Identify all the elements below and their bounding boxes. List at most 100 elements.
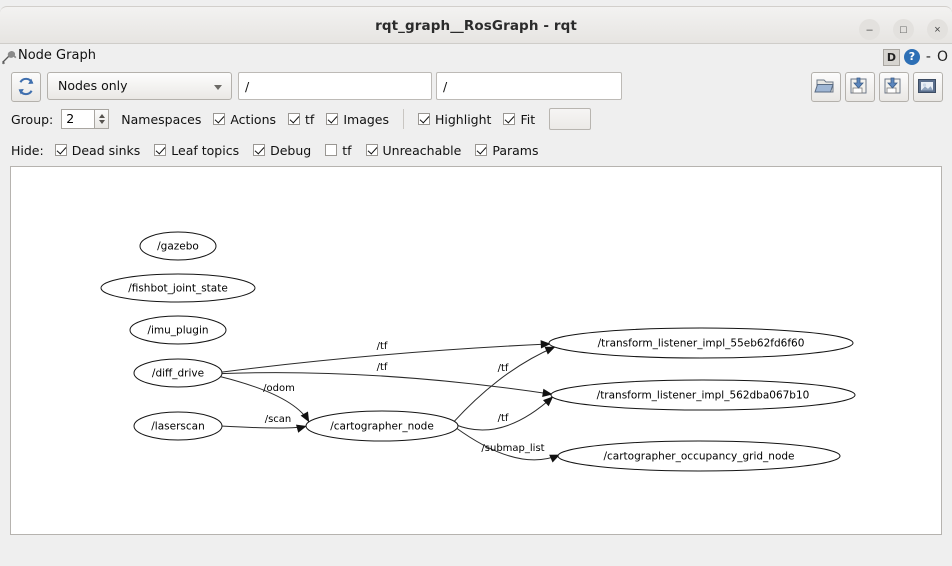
graph-node-label: /cartographer_occupancy_grid_node [604,451,795,463]
hide-unreachable-checkbox[interactable]: Unreachable [365,142,462,158]
highlight-checkbox-box [418,113,430,125]
graph-edge-label: /submap_list [481,443,544,454]
hide-debug-box [253,144,266,156]
graph-node[interactable]: /gazebo [139,231,217,261]
graph-edge-label: /odom [263,383,295,394]
window-maximize-button[interactable]: □ [893,19,914,40]
group-spinbox[interactable]: 2 [61,109,96,129]
graph-edge-label: /tf [498,363,509,374]
dock-header-controls: D ? - O [882,47,948,67]
dock-detach-button[interactable]: D [882,48,900,66]
window-titlebar: rqt_graph__RosGraph - rqt – □ × [0,6,952,44]
graph-edge-label: /tf [498,413,509,424]
graph-edge[interactable] [220,425,307,429]
ros-graph-canvas[interactable]: /gazebo/fishbot_joint_state/imu_plugin/d… [10,166,942,535]
graph-edge-label: /scan [265,414,292,425]
zoom-level-box[interactable] [549,108,592,130]
images-checkbox-box [326,113,339,125]
tf-checkbox-box [288,113,301,125]
group-spinbox-arrows[interactable] [95,109,110,129]
namespaces-label: Namespaces [121,111,202,127]
graph-edge-label: /tf [377,362,388,373]
actions-label: Actions [230,111,277,127]
graph-filter-value: Nodes only [58,78,128,93]
dock-minimize-button[interactable]: - [924,49,933,65]
graph-node[interactable]: /diff_drive [133,358,223,388]
images-checkbox[interactable]: Images [326,112,389,127]
ros-graph-svg: /gazebo/fishbot_joint_state/imu_plugin/d… [100,231,856,472]
window-close-button[interactable]: × [927,19,948,40]
graph-node-label: /transform_listener_impl_55eb62fd6f60 [598,338,805,350]
graph-node-label: /fishbot_joint_state [128,283,228,295]
graph-node-label: /cartographer_node [330,421,434,433]
hide-leaf-topics-box [154,144,167,156]
tf-checkbox[interactable]: tf [288,112,314,127]
graph-toolbar: Nodes only [0,72,952,102]
graph-node[interactable]: /cartographer_occupancy_grid_node [557,440,841,472]
hide-params-label: Params [492,142,539,158]
highlight-label: Highlight [435,111,492,127]
graph-hide-row: Hide: Dead sinks Leaf topics Debug tf Un… [0,138,952,162]
hide-dead-sinks-checkbox[interactable]: Dead sinks [54,142,141,158]
tf-label: tf [305,111,315,127]
rqt-main-window: rqt_graph__RosGraph - rqt – □ × Node Gra… [0,0,952,566]
hide-debug-label: Debug [270,142,312,158]
graph-edge[interactable] [452,346,556,423]
fit-checkbox[interactable]: Fit [503,112,535,127]
graph-node[interactable]: /cartographer_node [305,410,459,442]
graph-filter-combobox[interactable]: Nodes only [47,72,232,100]
hide-tf-label: tf [342,142,352,158]
graph-node[interactable]: /fishbot_joint_state [100,273,256,303]
save-svg-button[interactable] [879,72,909,102]
graph-edge-arrow [543,396,554,407]
hide-dead-sinks-box [54,144,67,156]
save-image-button[interactable] [913,72,943,102]
save-dot-button[interactable] [845,72,875,102]
hide-leaf-topics-checkbox[interactable]: Leaf topics [154,143,239,158]
load-dot-button[interactable] [811,72,841,102]
topic-filter-input[interactable] [238,72,432,100]
dock-title: Node Graph [18,48,96,63]
hide-dead-sinks-label: Dead sinks [71,142,141,158]
graph-node-label: /laserscan [151,421,204,433]
fit-label: Fit [520,111,536,127]
hide-tf-checkbox[interactable]: tf [325,142,352,158]
actions-checkbox-box [213,113,226,125]
hide-unreachable-label: Unreachable [382,142,462,158]
hide-params-box [475,144,488,156]
graph-node-label: /diff_drive [152,368,204,380]
graph-node[interactable]: /transform_listener_impl_55eb62fd6f60 [548,327,854,359]
group-label: Group: [11,111,54,127]
chevron-down-icon [214,85,222,90]
window-minimize-button[interactable]: – [859,19,880,40]
node-filter-input[interactable] [436,72,622,100]
hide-debug-checkbox[interactable]: Debug [253,143,311,158]
graph-options-row: Group: 2 Namespaces Actions tf Images Hi… [0,106,952,132]
graph-edge-arrow [296,424,307,433]
dock-close-button[interactable]: O [937,49,948,65]
titlebar-divider [0,43,952,44]
hide-leaf-topics-label: Leaf topics [171,142,240,158]
refresh-button[interactable] [11,72,41,102]
graph-node-label: /imu_plugin [147,325,208,337]
graph-edge-label: /tf [377,341,388,352]
graph-node-label: /transform_listener_impl_562dba067b10 [597,390,810,402]
graph-export-buttons [811,72,943,102]
hide-params-checkbox[interactable]: Params [475,143,538,158]
help-icon[interactable]: ? [903,49,920,65]
refresh-icon [17,77,35,96]
graph-node[interactable]: /laserscan [133,411,223,441]
images-label: Images [343,111,389,127]
hide-unreachable-box [365,144,378,156]
window-title: rqt_graph__RosGraph - rqt [375,18,577,34]
dock-widget-header: Node Graph D ? - O [0,45,952,69]
graph-node[interactable]: /transform_listener_impl_562dba067b10 [550,379,856,411]
hide-label: Hide: [11,142,44,158]
options-divider [403,109,404,129]
wrench-icon [1,49,17,65]
hide-tf-box [325,144,338,156]
graph-nodes: /gazebo/fishbot_joint_state/imu_plugin/d… [100,231,856,472]
highlight-checkbox[interactable]: Highlight [418,112,491,127]
actions-checkbox[interactable]: Actions [213,112,276,127]
graph-node[interactable]: /imu_plugin [129,315,227,345]
